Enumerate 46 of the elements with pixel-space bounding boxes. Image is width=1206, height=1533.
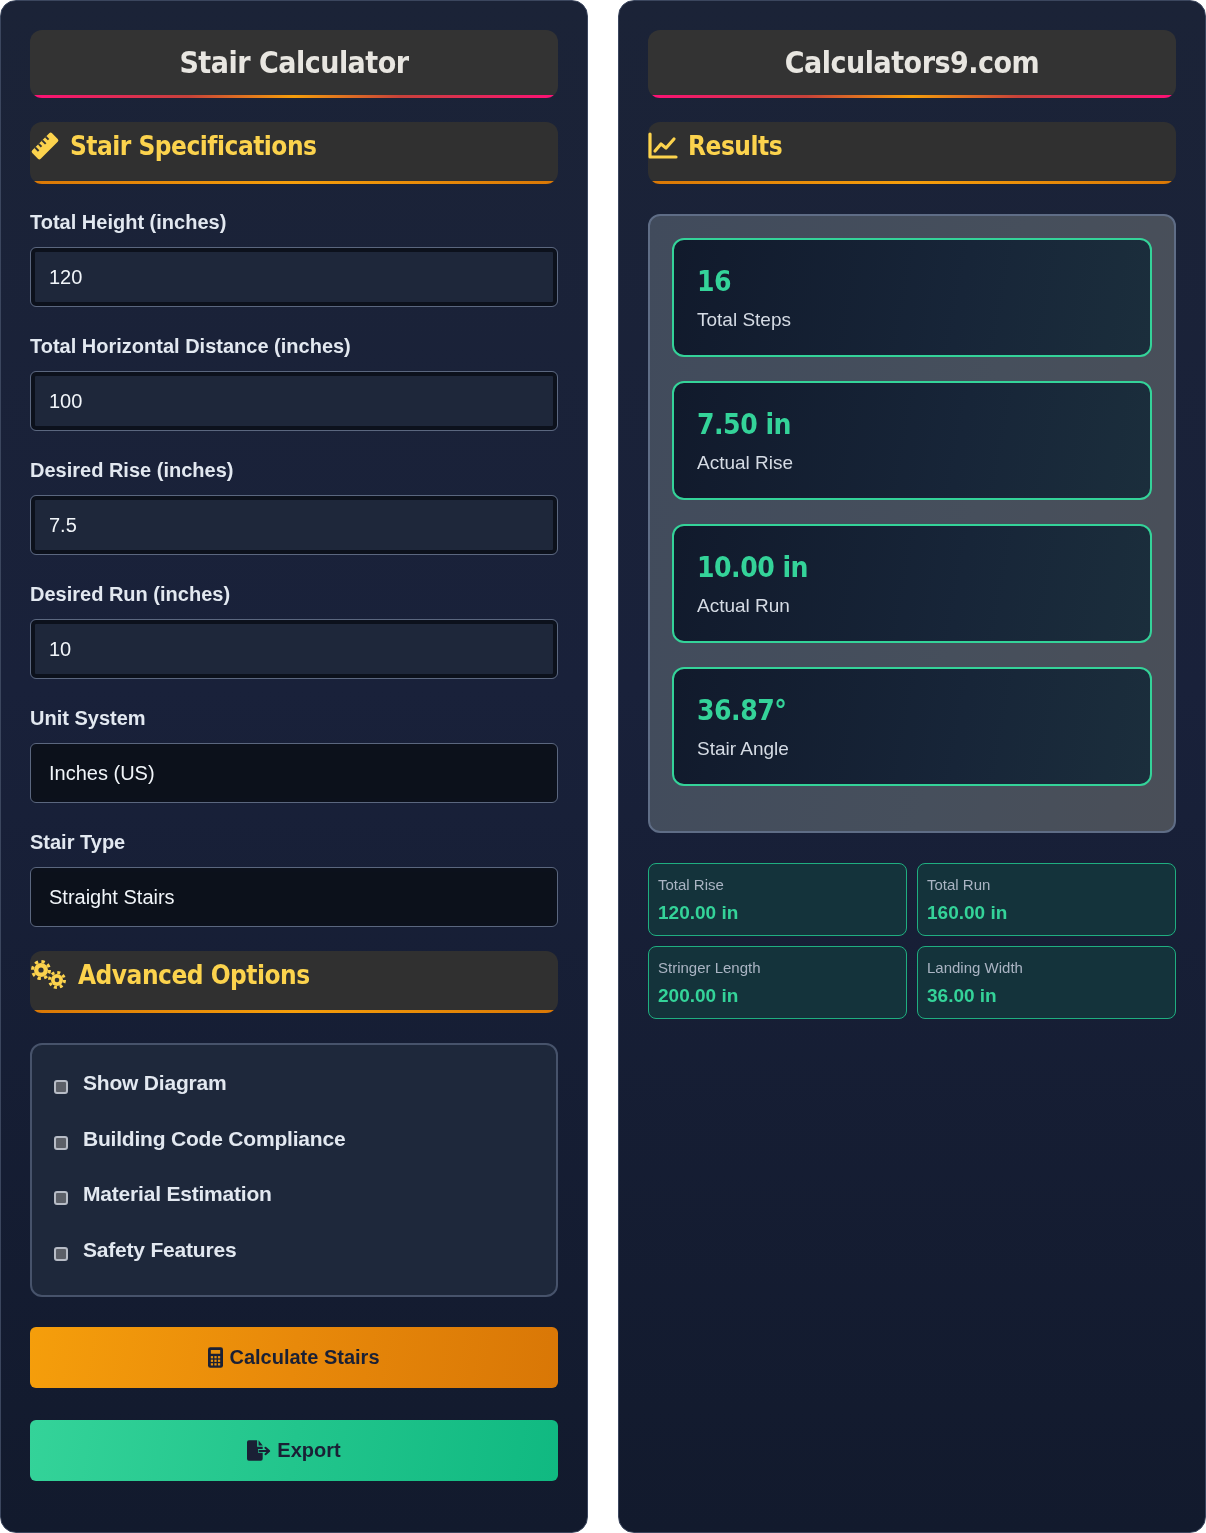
field-label: Desired Run (inches) — [30, 582, 232, 606]
text-input[interactable]: 100 — [30, 371, 558, 431]
detail-value: 36.00 in — [927, 984, 998, 1008]
detail-label: Total Rise — [658, 876, 725, 894]
dropdown-field[interactable]: Straight Stairs — [30, 867, 558, 927]
section-title: Advanced Options — [78, 960, 310, 990]
checkbox[interactable] — [54, 1135, 68, 1150]
result-value: 10.00 in — [697, 550, 809, 586]
result-label: Actual Run — [697, 594, 791, 618]
export-button[interactable]: Export — [30, 1420, 558, 1481]
option-label[interactable]: Material Estimation — [83, 1182, 272, 1206]
field-label: Unit System — [30, 706, 147, 730]
section-title: Stair Specifications — [70, 131, 317, 161]
text-input[interactable]: 10 — [30, 619, 558, 679]
checkbox[interactable] — [54, 1191, 68, 1205]
detail-value: 160.00 in — [927, 901, 1009, 925]
calculate-button[interactable]: Calculate Stairs — [30, 1327, 558, 1388]
option-label[interactable]: Safety Features — [83, 1237, 237, 1262]
field-label: Desired Rise (inches) — [30, 458, 235, 482]
text-input[interactable]: 120 — [30, 247, 558, 307]
option-label[interactable]: Show Diagram — [83, 1071, 227, 1095]
line-chart-icon — [648, 131, 678, 161]
app-title: Stair Calculator — [179, 44, 409, 80]
file-export-icon — [247, 1440, 272, 1461]
result-label: Actual Rise — [697, 451, 795, 475]
detail-label: Landing Width — [927, 959, 1024, 977]
result-label: Stair Angle — [697, 737, 790, 761]
detail-value: 120.00 in — [658, 901, 740, 925]
section-title: Results — [688, 131, 783, 161]
result-value: 36.87° — [697, 693, 788, 729]
detail-value: 200.00 in — [658, 984, 740, 1008]
dropdown-field[interactable]: Inches (US) — [30, 743, 558, 803]
text-input[interactable]: 7.5 — [30, 495, 558, 555]
field-label: Total Height (inches) — [30, 210, 228, 234]
option-label[interactable]: Building Code Compliance — [83, 1126, 346, 1151]
field-label: Total Horizontal Distance (inches) — [30, 334, 352, 358]
checkbox[interactable] — [54, 1080, 68, 1094]
calculator-icon — [208, 1347, 224, 1368]
detail-label: Stringer Length — [658, 959, 762, 977]
result-value: 16 — [697, 264, 733, 300]
field-label: Stair Type — [30, 830, 127, 854]
result-value: 7.50 in — [697, 407, 792, 443]
checkbox[interactable] — [54, 1246, 68, 1261]
detail-label: Total Run — [927, 876, 992, 894]
result-label: Total Steps — [697, 308, 792, 332]
app-title: Calculators9.com — [784, 44, 1040, 80]
